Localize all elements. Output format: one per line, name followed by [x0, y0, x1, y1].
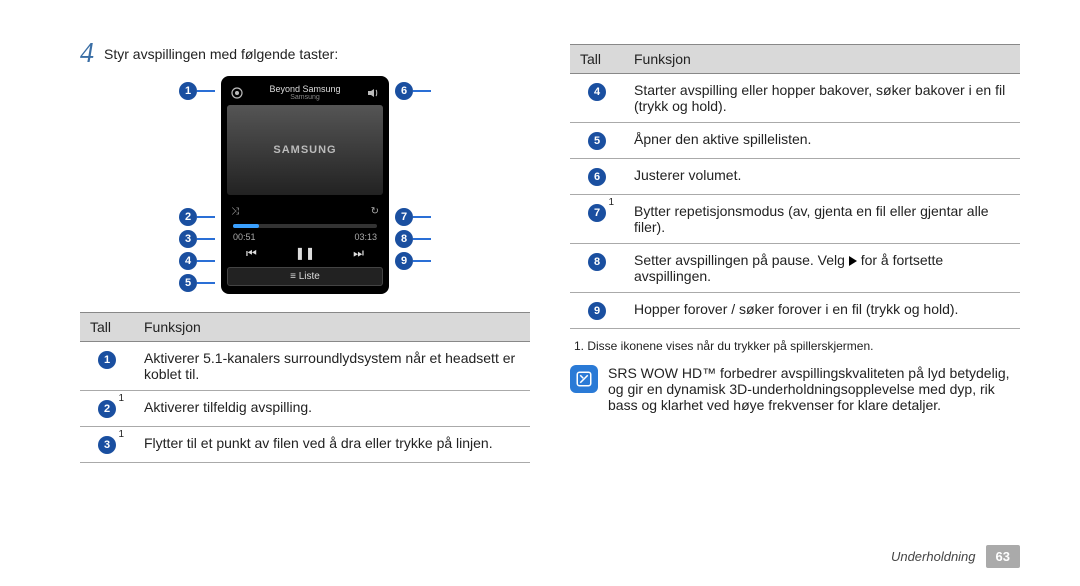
- callout-badge: 4: [179, 252, 197, 270]
- callout-badge: 1: [179, 82, 197, 100]
- album-art: SAMSUNG: [227, 105, 383, 195]
- table-row: 1 Aktiverer 5.1-kanalers surroundlydsyste…: [80, 342, 530, 391]
- page-body: 4 Styr avspillingen med følgende taster:…: [0, 0, 1080, 463]
- callouts-right: 6 7 8 9: [395, 76, 431, 272]
- step-line: 4 Styr avspillingen med følgende taster:: [80, 40, 530, 68]
- table-row: 9 Hopper forover / søker forover i en fil…: [570, 293, 1020, 329]
- row-badge: 7: [588, 204, 606, 222]
- prev-icon: ⏮: [246, 246, 257, 261]
- row-number-cell: 9: [570, 293, 624, 329]
- progress-bar: [233, 224, 377, 228]
- album-text: SAMSUNG: [273, 144, 336, 156]
- note-text: SRS WOW HD™ forbedrer avspillingskvalite…: [608, 365, 1020, 413]
- play-icon: [849, 256, 857, 266]
- volume-icon: [367, 87, 379, 99]
- callout-badge: 5: [179, 274, 197, 292]
- track-subtitle: Samsung: [243, 94, 367, 101]
- callout-badge: 8: [395, 230, 413, 248]
- repeat-icon: ↻: [371, 206, 379, 217]
- row-number-cell: 21: [80, 391, 134, 427]
- row-number-cell: 4: [570, 74, 624, 123]
- row-badge-sup: 1: [608, 197, 614, 208]
- footnote: 1. Disse ikonene vises når du trykker på…: [570, 339, 1020, 353]
- next-icon: ⏭: [353, 246, 364, 261]
- table-row: 5 Åpner den aktive spillelisten.: [570, 123, 1020, 159]
- table-row: 6 Justerer volumet.: [570, 159, 1020, 195]
- step-number: 4: [80, 40, 94, 68]
- col-head-num: Tall: [570, 45, 624, 74]
- footer-page: 63: [986, 545, 1020, 568]
- row-number-cell: 5: [570, 123, 624, 159]
- right-column: Tall Funksjon 4 Starter avspilling eller …: [570, 40, 1020, 463]
- col-head-func: Funksjon: [624, 45, 1020, 74]
- row-function: Aktiverer tilfeldig avspilling.: [134, 391, 530, 427]
- table-row: 31Flytter til et punkt av filen ved å dr…: [80, 427, 530, 463]
- col-head-num: Tall: [80, 313, 134, 342]
- row-badge: 2: [98, 400, 116, 418]
- row-function: Bytter repetisjonsmodus (av, gjenta en f…: [624, 195, 1020, 244]
- time-total: 03:13: [354, 232, 377, 242]
- step-text: Styr avspillingen med følgende taster:: [104, 40, 338, 62]
- row-badge: 5: [588, 132, 606, 150]
- row-function: Starter avspilling eller hopper bakover,…: [624, 74, 1020, 123]
- row-function: Hopper forover / søker forover i en fil …: [624, 293, 1020, 329]
- row-badge-sup: 1: [118, 393, 124, 404]
- table-row: 4 Starter avspilling eller hopper bakover…: [570, 74, 1020, 123]
- row-badge: 9: [588, 302, 606, 320]
- row-function: Flytter til et punkt av filen ved å dra …: [134, 427, 530, 463]
- row-number-cell: 8: [570, 244, 624, 293]
- srs-icon: [231, 87, 243, 99]
- row-badge: 6: [588, 168, 606, 186]
- row-function: Aktiverer 5.1-kanalers surroundlydsystem…: [134, 342, 530, 391]
- table-row: 21Aktiverer tilfeldig avspilling.: [80, 391, 530, 427]
- callout-badge: 3: [179, 230, 197, 248]
- row-function: Setter avspillingen på pause. Velg for å…: [624, 244, 1020, 293]
- callout-badge: 9: [395, 252, 413, 270]
- table-row: 8 Setter avspillingen på pause. Velg for …: [570, 244, 1020, 293]
- left-column: 4 Styr avspillingen med følgende taster:…: [80, 40, 530, 463]
- pause-icon: ❚❚: [295, 246, 315, 261]
- phone-diagram: 1 2 3 4 5 Beyond Samsung Samsung: [80, 76, 530, 294]
- row-badge: 4: [588, 83, 606, 101]
- table-row: 71Bytter repetisjonsmodus (av, gjenta en…: [570, 195, 1020, 244]
- page-footer: Underholdning 63: [891, 545, 1020, 568]
- callout-badge: 6: [395, 82, 413, 100]
- phone-topbar: Beyond Samsung Samsung: [227, 82, 383, 105]
- row-number-cell: 6: [570, 159, 624, 195]
- time-elapsed: 00:51: [233, 232, 256, 242]
- callout-badge: 2: [179, 208, 197, 226]
- phone-controls: ⤨ ↻ 00:51 03:13 ⏮ ❚❚ ⏭ ≡ L: [227, 203, 383, 286]
- function-table-left: Tall Funksjon 1 Aktiverer 5.1-kanalers su…: [80, 312, 530, 463]
- row-badge: 1: [98, 351, 116, 369]
- phone-mock: Beyond Samsung Samsung SAMSUNG ⤨ ↻: [221, 76, 389, 294]
- row-badge: 3: [98, 436, 116, 454]
- callout-badge: 7: [395, 208, 413, 226]
- col-head-func: Funksjon: [134, 313, 530, 342]
- note-icon: [570, 365, 598, 393]
- row-number-cell: 1: [80, 342, 134, 391]
- footer-section: Underholdning: [891, 549, 976, 564]
- function-table-right: Tall Funksjon 4 Starter avspilling eller …: [570, 44, 1020, 329]
- row-function: Åpner den aktive spillelisten.: [624, 123, 1020, 159]
- row-number-cell: 31: [80, 427, 134, 463]
- track-title: Beyond Samsung: [243, 84, 367, 94]
- row-badge: 8: [588, 253, 606, 271]
- row-function: Justerer volumet.: [624, 159, 1020, 195]
- row-badge-sup: 1: [118, 429, 124, 440]
- list-button: ≡ Liste: [227, 267, 383, 286]
- info-note: SRS WOW HD™ forbedrer avspillingskvalite…: [570, 365, 1020, 413]
- row-number-cell: 71: [570, 195, 624, 244]
- callouts-left: 1 2 3 4 5: [179, 76, 215, 294]
- shuffle-icon: ⤨: [231, 206, 239, 217]
